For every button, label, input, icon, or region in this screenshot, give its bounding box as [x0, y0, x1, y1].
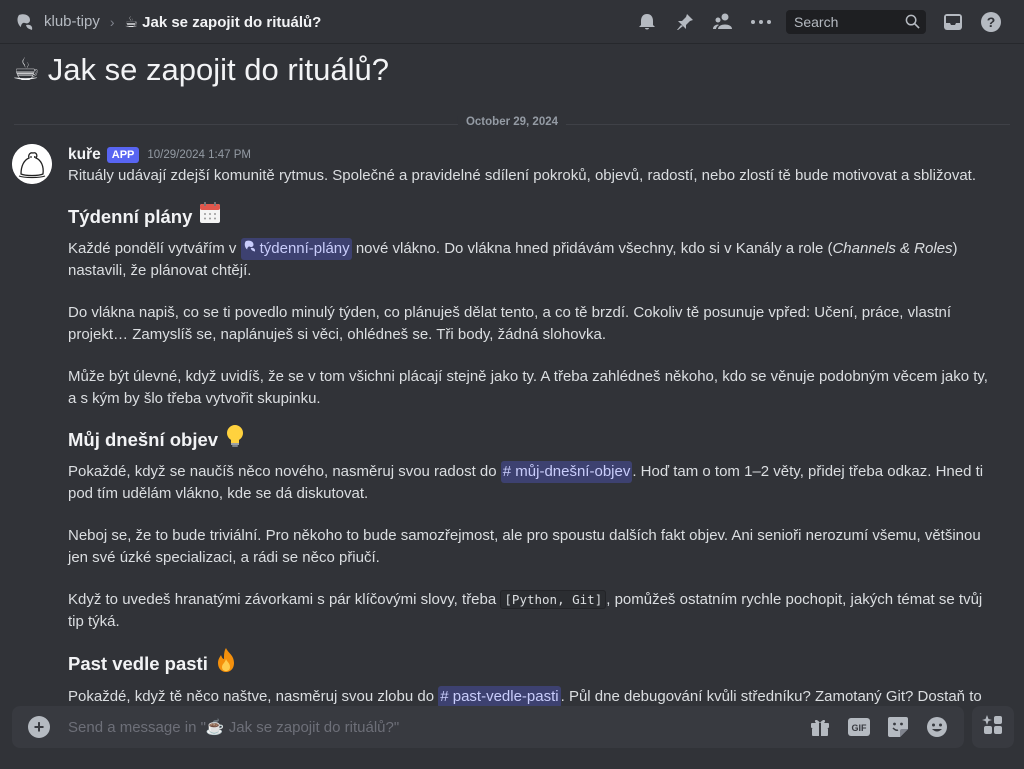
pin-icon[interactable] — [666, 0, 704, 44]
header-toolbar: ? — [628, 0, 1010, 44]
sticker-icon[interactable] — [878, 706, 917, 748]
lightbulb-emoji-icon — [224, 424, 246, 455]
threads-icon — [14, 11, 36, 33]
more-options-icon[interactable] — [742, 0, 780, 44]
author-name[interactable]: kuře — [68, 146, 101, 164]
italic-text: Channels & Roles — [832, 240, 953, 257]
text-span: Když to uvedeš hranatými závorkami s pár… — [68, 591, 501, 608]
fire-emoji-icon — [214, 647, 238, 680]
help-icon[interactable]: ? — [972, 0, 1010, 44]
text-span: Pokaždé, když tě něco naštve, nasměruj s… — [68, 688, 439, 705]
date-divider-label: October 29, 2024 — [457, 116, 567, 128]
message-composer: + GIF — [12, 706, 964, 748]
section-1-paragraph-2: Do vlákna napiš, co se ti povedlo minulý… — [68, 304, 951, 343]
section-heading-muj-dnesni-objev: Můj dnešní objev — [68, 424, 998, 455]
section-heading-text: Můj dnešní objev — [68, 428, 219, 450]
threads-icon — [243, 238, 257, 260]
section-heading-text: Týdenní plány — [68, 205, 193, 227]
members-icon[interactable] — [704, 0, 742, 44]
section-2-paragraph-1: Pokaždé, když se naučíš něco nového, nas… — [68, 461, 998, 505]
breadcrumb-parent-channel[interactable]: klub-tipy — [44, 13, 100, 30]
text-span: nové vlákno. Do vlákna hned přidávám vše… — [351, 240, 833, 257]
gif-icon[interactable]: GIF — [839, 706, 878, 748]
message-input[interactable] — [66, 717, 800, 737]
emoji-icon[interactable] — [917, 706, 956, 748]
channel-mention-muj-dnesni-objev[interactable]: # můj-dnešní-objev — [500, 461, 633, 483]
magnifier-icon — [905, 14, 920, 29]
channel-mention-past-vedle-pasti[interactable]: # past-vedle-pasti — [438, 686, 561, 708]
gift-icon[interactable] — [800, 706, 839, 748]
composer-actions: GIF — [800, 706, 956, 748]
app-badge: APP — [106, 147, 140, 163]
text-span: . Půl dne debugování kvůli středníku? Za… — [560, 688, 982, 705]
channel-header: klub-tipy › ☕ Jak se zapojit do rituálů?… — [0, 0, 1024, 44]
apps-icon — [982, 714, 1004, 741]
search-input[interactable] — [792, 12, 896, 31]
date-divider: October 29, 2024 — [14, 116, 1010, 128]
message-timestamp: 10/29/2024 1:47 PM — [147, 149, 251, 161]
svg-text:GIF: GIF — [851, 723, 867, 733]
add-attachment-button[interactable]: + — [28, 716, 50, 738]
section-3-paragraph-1: Pokaždé, když tě něco naštve, nasměruj s… — [68, 686, 998, 708]
section-1-paragraph-3: Může být úlevné, když uvidíš, že se v to… — [68, 368, 988, 407]
section-2-paragraph-3: Když to uvedeš hranatými závorkami s pár… — [68, 589, 998, 633]
mention-label: týdenní-plány — [259, 240, 350, 257]
text-span: Každé pondělí vytvářím v — [68, 240, 241, 257]
calendar-emoji-icon — [198, 201, 222, 232]
breadcrumb-current-thread: ☕ Jak se zapojit do rituálů? — [124, 13, 322, 31]
thread-title: ☕ Jak se zapojit do rituálů? — [12, 52, 389, 88]
channel-mention-tydenni-plany[interactable]: týdenní-plány — [240, 238, 352, 260]
message: kuře APP 10/29/2024 1:47 PM Rituály udáv… — [68, 145, 998, 708]
section-1-paragraph-1: Každé pondělí vytvářím v týdenní-plány n… — [68, 238, 998, 282]
apps-button[interactable] — [972, 706, 1014, 748]
bell-icon[interactable] — [628, 0, 666, 44]
inbox-icon[interactable] — [934, 0, 972, 44]
search-box[interactable] — [786, 9, 926, 34]
section-heading-past-vedle-pasti: Past vedle pasti — [68, 647, 998, 680]
coffee-emoji-icon: ☕ — [12, 52, 40, 87]
thread-title-text: Jak se zapojit do rituálů? — [47, 52, 389, 87]
section-heading-text: Past vedle pasti — [68, 652, 208, 674]
text-span: Pokaždé, když se naučíš něco nového, nas… — [68, 463, 501, 480]
message-intro: Rituály udávají zdejší komunitě rytmus. … — [68, 167, 976, 184]
svg-text:?: ? — [987, 14, 996, 30]
section-heading-tydenni-plany: Týdenní plány — [68, 201, 998, 232]
message-header: kuře APP 10/29/2024 1:47 PM — [68, 145, 998, 165]
inline-code: [Python, Git] — [500, 590, 607, 609]
section-2-paragraph-2: Neboj se, že to bude triviální. Pro něko… — [68, 527, 981, 566]
author-avatar[interactable] — [12, 144, 52, 184]
breadcrumb-separator: › — [109, 13, 115, 30]
